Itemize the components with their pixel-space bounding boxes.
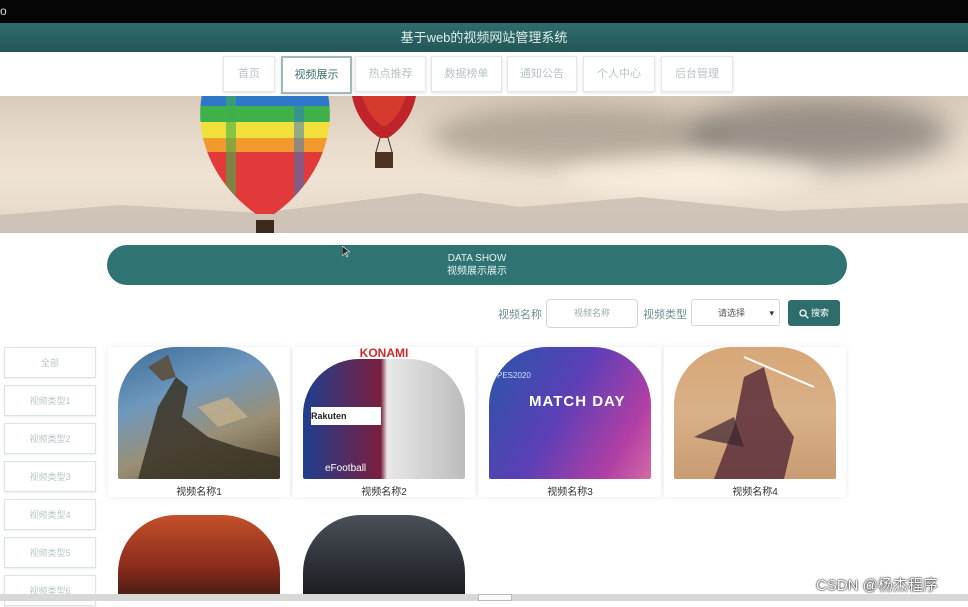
hot-air-balloon-icon	[200, 96, 330, 233]
site-title-bar: 基于web的视频网站管理系统	[0, 23, 968, 52]
video-title-3[interactable]: 视频名称3	[479, 483, 661, 498]
horizontal-scrollbar[interactable]	[0, 594, 968, 601]
video-card-5[interactable]	[108, 515, 290, 601]
category-item-type5[interactable]: 视频类型5	[4, 537, 96, 568]
video-card-4[interactable]: 视频名称4	[664, 347, 846, 498]
search-type-selected: 请选择	[718, 308, 746, 318]
video-title-4[interactable]: 视频名称4	[664, 483, 846, 498]
search-icon	[799, 308, 809, 319]
search-name-input[interactable]: 视频名称	[546, 299, 638, 328]
window-topbar: o	[0, 0, 968, 23]
video-thumbnail-6[interactable]	[303, 515, 465, 601]
category-item-type3[interactable]: 视频类型3	[4, 461, 96, 492]
rakuten-sponsor-text: Rakuten	[311, 407, 381, 425]
section-title-banner: DATA SHOW 视频展示展示	[107, 245, 847, 285]
window-corner-glyph: o	[0, 4, 7, 18]
video-title-2[interactable]: 视频名称2	[293, 483, 475, 498]
video-card-6[interactable]	[293, 515, 475, 601]
category-item-type2[interactable]: 视频类型2	[4, 423, 96, 454]
section-title-en: DATA SHOW	[447, 253, 507, 264]
scrollbar-thumb[interactable]	[478, 594, 512, 601]
search-type-select[interactable]: 请选择 ▾	[691, 299, 780, 326]
nav-item-notice[interactable]: 通知公告	[507, 56, 577, 92]
video-thumbnail-2[interactable]: KONAMI Rakuten eFootball	[303, 347, 465, 479]
match-day-headline: MATCH DAY	[529, 393, 626, 410]
pes-tag-text: PES2020	[497, 371, 531, 380]
mouse-cursor-icon	[342, 246, 350, 258]
category-item-all[interactable]: 全部	[4, 347, 96, 378]
video-thumbnail-4[interactable]	[674, 347, 836, 479]
warrior-artwork-image	[694, 356, 815, 479]
nav-item-hot[interactable]: 热点推荐	[355, 56, 426, 92]
video-card-2[interactable]: KONAMI Rakuten eFootball 视频名称2	[293, 347, 475, 498]
category-item-type1[interactable]: 视频类型1	[4, 385, 96, 416]
site-title: 基于web的视频网站管理系统	[400, 30, 568, 45]
search-button-label: 搜索	[810, 308, 829, 318]
category-item-type4[interactable]: 视频类型4	[4, 499, 96, 530]
nav-item-ranking[interactable]: 数据榜单	[431, 56, 502, 92]
section-title-cn: 视频展示展示	[447, 266, 507, 277]
video-card-3[interactable]: PES2020 MATCH DAY 视频名称3	[479, 347, 661, 498]
nav-item-home[interactable]: 首页	[223, 56, 275, 92]
chevron-down-icon: ▾	[769, 308, 774, 318]
nav-item-video-show[interactable]: 视频展示	[281, 56, 352, 94]
search-name-label: 视频名称	[498, 309, 542, 321]
category-item-type6[interactable]: 视频类型6	[4, 575, 96, 606]
video-thumbnail-5[interactable]	[118, 515, 280, 601]
video-title-1[interactable]: 视频名称1	[108, 483, 290, 498]
video-card-1[interactable]: 视频名称1	[108, 347, 290, 498]
mountain-silhouette	[0, 193, 968, 233]
konami-logo: KONAMI	[303, 347, 465, 359]
main-nav: 首页 视频展示 热点推荐 数据榜单 通知公告 个人中心 后台管理	[0, 52, 968, 96]
csdn-watermark: CSDN @杨杰程序	[816, 577, 938, 594]
hero-banner	[0, 96, 968, 233]
search-button[interactable]: 搜索	[788, 300, 840, 326]
nav-item-profile[interactable]: 个人中心	[583, 56, 655, 92]
small-balloon-icon	[352, 96, 416, 168]
football-players-image: Rakuten eFootball	[303, 359, 465, 479]
efootball-logo: eFootball	[325, 463, 367, 474]
video-thumbnail-1[interactable]	[118, 347, 280, 479]
video-thumbnail-3[interactable]: PES2020 MATCH DAY	[489, 347, 651, 479]
search-type-label: 视频类型	[643, 309, 687, 321]
dragon-artwork-image	[138, 355, 280, 479]
nav-item-admin[interactable]: 后台管理	[661, 56, 733, 92]
